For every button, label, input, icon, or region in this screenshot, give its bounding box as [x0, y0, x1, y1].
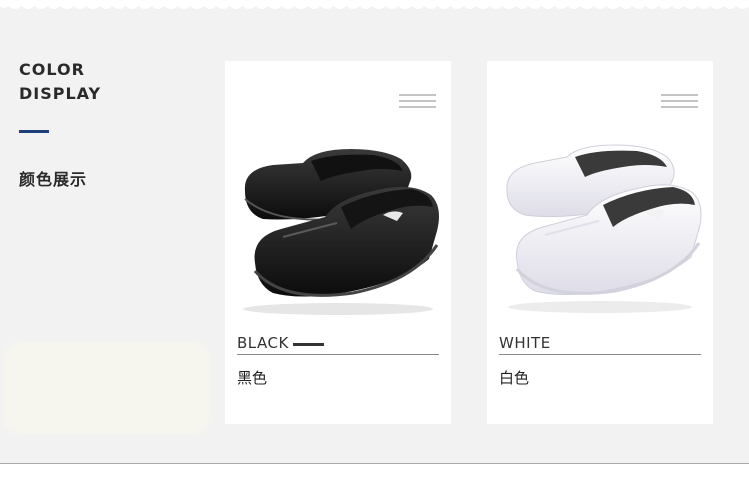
menu-lines-icon [399, 94, 436, 110]
black-clog-image [243, 149, 439, 315]
product-card-white: WHITE 白色 [487, 61, 713, 424]
color-name-label: BLACK [237, 334, 289, 352]
color-name-label: WHITE [499, 334, 551, 352]
color-chinese-label: 黑色 [237, 369, 268, 387]
product-card-black: BLACK 黑色 [225, 61, 451, 424]
heading-line-1: COLOR [19, 60, 85, 79]
white-clog-image [506, 144, 702, 313]
accent-bar [19, 130, 49, 133]
section-subtitle: 颜色展示 [19, 170, 88, 189]
color-name-underline [237, 354, 439, 355]
color-chinese-label: 白色 [499, 369, 530, 387]
color-name-dash [293, 343, 324, 346]
color-name-underline [499, 354, 701, 355]
bottom-strip [0, 464, 749, 479]
section-heading: COLOR DISPLAY [19, 58, 101, 106]
menu-lines-icon [661, 94, 698, 110]
decorative-wave-border [0, 0, 749, 9]
decorative-patch [4, 342, 210, 434]
heading-line-2: DISPLAY [19, 84, 102, 103]
